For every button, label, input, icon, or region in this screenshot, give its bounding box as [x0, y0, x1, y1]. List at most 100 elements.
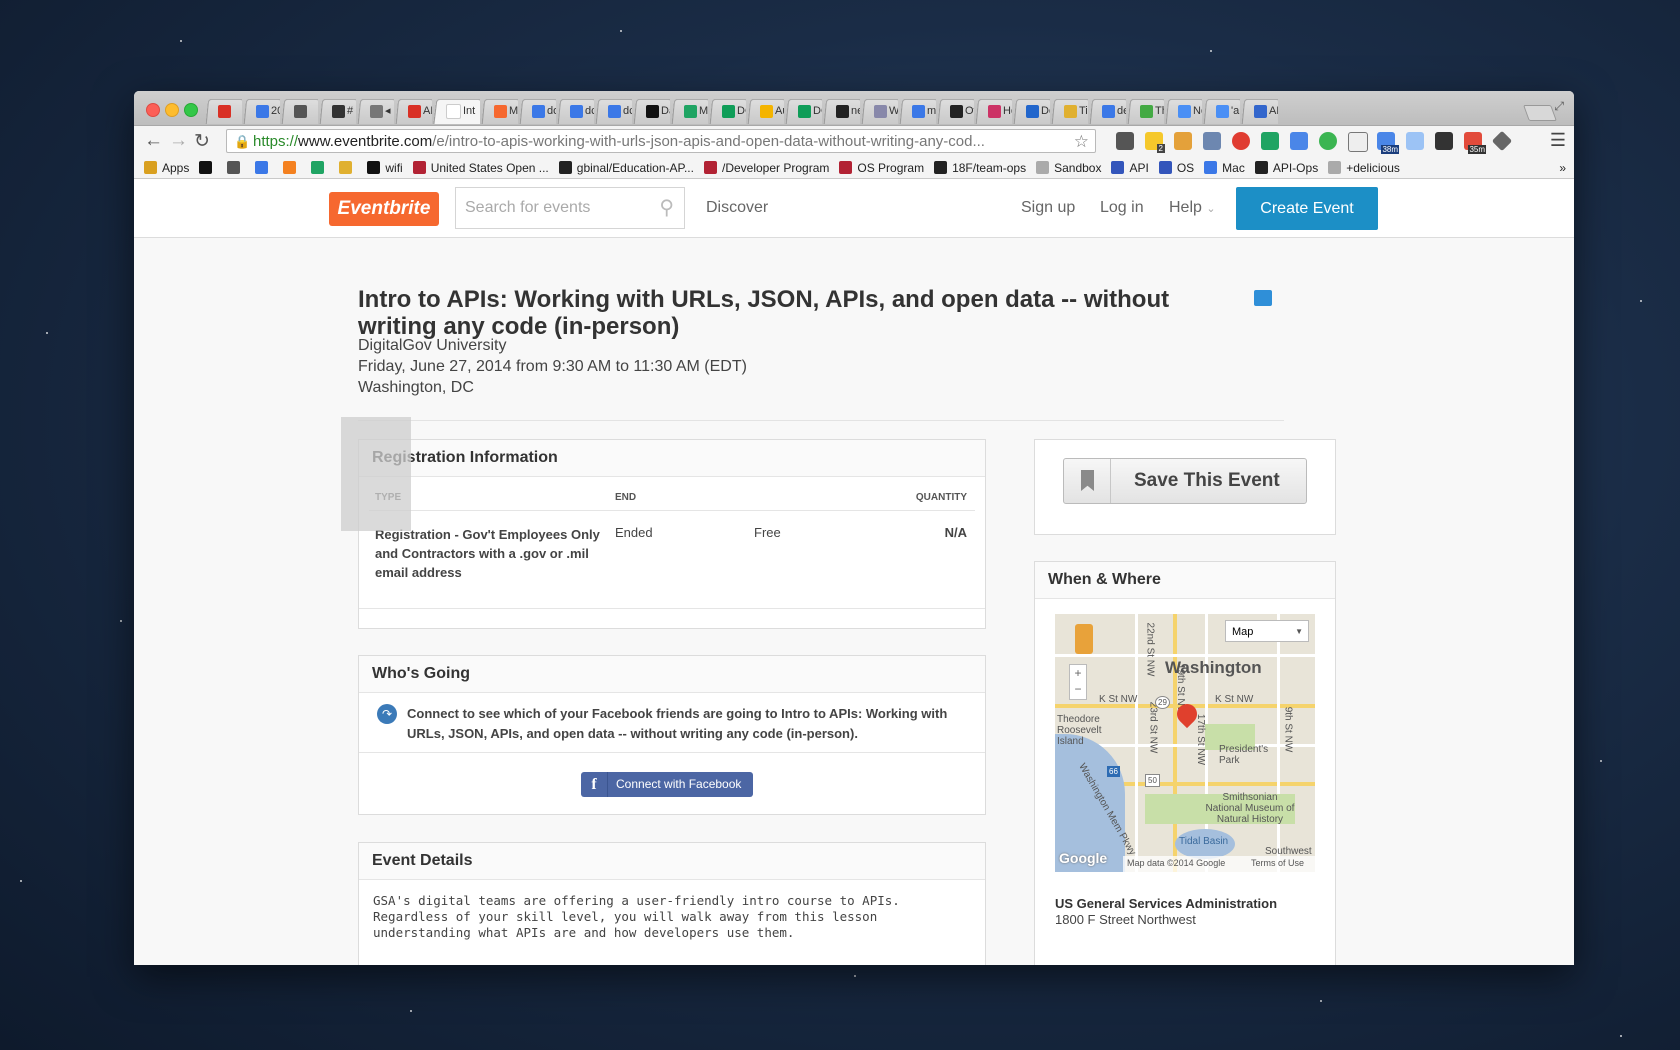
bookmark-item[interactable]: +delicious: [1328, 161, 1400, 175]
browser-tab[interactable]: do: [518, 98, 556, 124]
event-map[interactable]: + − Map ▼ Washington K St NW K St NW Presi…: [1055, 614, 1315, 872]
tab-favicon-icon: [570, 104, 583, 118]
back-icon[interactable]: ←: [144, 130, 163, 152]
save-event-button[interactable]: Save This Event: [1063, 458, 1307, 504]
bookmark-item[interactable]: [199, 161, 217, 174]
badge-count: 2: [1156, 144, 1165, 153]
extension-badge-icon[interactable]: 2: [1145, 132, 1165, 153]
close-window-button[interactable]: [146, 103, 160, 117]
cast-icon[interactable]: [1348, 132, 1368, 152]
badge-count: 35m: [1468, 145, 1486, 154]
bookmark-item[interactable]: Mac: [1204, 161, 1245, 175]
browser-tab[interactable]: ne: [822, 98, 860, 124]
browser-tab[interactable]: AP: [1240, 98, 1278, 124]
bookmark-item[interactable]: United States Open ...: [412, 161, 549, 175]
window-icon[interactable]: [1203, 132, 1221, 150]
create-event-button[interactable]: Create Event: [1236, 187, 1378, 230]
delicious-icon[interactable]: [1435, 132, 1453, 150]
bookmark-item[interactable]: [255, 161, 273, 174]
search-input[interactable]: Search for events ⚲: [455, 187, 685, 229]
add-to-calendar-icon[interactable]: [1254, 290, 1272, 306]
search-icon[interactable]: ⚲: [659, 188, 674, 228]
browser-tab[interactable]: 'ap: [1202, 98, 1240, 124]
browser-tab[interactable]: AF: [394, 98, 432, 124]
bookmark-item[interactable]: [283, 161, 301, 174]
minimize-window-button[interactable]: [165, 103, 179, 117]
bookmark-item[interactable]: gbinal/Education-AP...: [558, 161, 694, 175]
bookmark-item[interactable]: OS Program: [839, 161, 924, 175]
basket-icon[interactable]: [1174, 132, 1192, 150]
browser-tab[interactable]: #: [318, 98, 356, 124]
bookmark-item[interactable]: [339, 161, 357, 174]
address-bar[interactable]: 🔒 https://www.eventbrite.com/e/intro-to-a…: [226, 129, 1096, 153]
browser-tab[interactable]: Ne: [1164, 98, 1202, 124]
tab-title: Tir: [1079, 104, 1088, 117]
browser-tab[interactable]: Ho: [974, 98, 1012, 124]
browser-tab[interactable]: 20: [242, 98, 280, 124]
browser-tab[interactable]: dc: [556, 98, 594, 124]
help-menu[interactable]: Help ⌄: [1169, 199, 1216, 217]
browser-tab[interactable]: [280, 98, 318, 124]
bookmark-item[interactable]: Sandbox: [1036, 161, 1101, 175]
browser-tab[interactable]: ◂: [356, 98, 394, 124]
bookmark-item[interactable]: Apps: [144, 161, 189, 175]
browser-tab[interactable]: Au: [746, 98, 784, 124]
cloud-icon[interactable]: [1406, 132, 1424, 150]
browser-tab[interactable]: dc: [594, 98, 632, 124]
bookmark-favicon-icon: [1036, 161, 1050, 174]
browser-tab[interactable]: DC: [784, 98, 822, 124]
bookmark-item[interactable]: API-Ops: [1254, 160, 1319, 175]
eventbrite-logo[interactable]: Eventbrite: [329, 192, 439, 226]
feedly-icon[interactable]: [1491, 130, 1513, 152]
bookmark-item[interactable]: 18F/team-ops: [934, 161, 1026, 175]
fullscreen-icon[interactable]: ⤢: [1554, 99, 1564, 114]
browser-tab[interactable]: Ov: [936, 98, 974, 124]
signup-link[interactable]: Sign up: [1021, 199, 1075, 217]
image-icon[interactable]: [1290, 132, 1308, 150]
login-link[interactable]: Log in: [1100, 199, 1144, 217]
browser-tab[interactable]: Wh: [860, 98, 898, 124]
connect-facebook-button[interactable]: f Connect with Facebook: [581, 772, 753, 797]
adblock-icon[interactable]: [1232, 132, 1250, 150]
map-type-label: Map: [1232, 626, 1254, 638]
browser-tab[interactable]: [204, 98, 242, 124]
browser-tab[interactable]: Int×: [432, 98, 480, 124]
bookmarks-overflow-icon[interactable]: »: [1559, 161, 1566, 175]
map-type-select[interactable]: Map ▼: [1225, 620, 1309, 642]
bookmark-item[interactable]: wifi: [367, 161, 403, 175]
reload-icon[interactable]: ↻: [194, 130, 210, 153]
browser-tab[interactable]: de: [1088, 98, 1126, 124]
bookmark-item[interactable]: [227, 161, 245, 174]
browser-tab[interactable]: De: [1012, 98, 1050, 124]
browser-tab[interactable]: My: [670, 98, 708, 124]
drive-icon[interactable]: [1261, 132, 1279, 150]
browser-tab[interactable]: Mc: [480, 98, 518, 124]
browser-tab[interactable]: Th: [1126, 98, 1164, 124]
zoom-window-button[interactable]: [184, 103, 198, 117]
bookmark-item[interactable]: OS: [1158, 161, 1194, 175]
bookmark-star-icon[interactable]: ☆: [1074, 130, 1089, 152]
browser-tab[interactable]: Da: [632, 98, 670, 124]
menu-icon[interactable]: ☰: [1550, 130, 1566, 151]
pocket-icon[interactable]: [1116, 132, 1134, 150]
timer-icon[interactable]: 35m: [1464, 132, 1486, 154]
hangouts-icon[interactable]: [1319, 132, 1337, 150]
new-tab-button[interactable]: [1523, 105, 1557, 121]
event-organizer[interactable]: DigitalGov University: [358, 337, 506, 355]
map-terms-link[interactable]: Terms of Use: [1251, 858, 1304, 868]
browser-tab[interactable]: DC: [708, 98, 746, 124]
tab-favicon-icon: [684, 104, 697, 118]
event-details-heading: Event Details: [359, 843, 985, 880]
bookmark-item[interactable]: [311, 161, 329, 174]
discover-link[interactable]: Discover: [706, 199, 768, 217]
bookmark-label: API-Ops: [1272, 160, 1319, 175]
close-tab-icon[interactable]: ×: [479, 105, 480, 117]
browser-tab[interactable]: ma: [898, 98, 936, 124]
zoom-control[interactable]: + −: [1069, 664, 1087, 700]
pegman-icon[interactable]: [1075, 624, 1093, 654]
bookmark-item[interactable]: /Developer Program: [703, 161, 829, 175]
browser-tab[interactable]: Tir: [1050, 98, 1088, 124]
calendar-ext-icon[interactable]: 38m: [1377, 132, 1399, 154]
bookmark-item[interactable]: API: [1111, 161, 1149, 175]
forward-icon[interactable]: →: [169, 130, 188, 152]
